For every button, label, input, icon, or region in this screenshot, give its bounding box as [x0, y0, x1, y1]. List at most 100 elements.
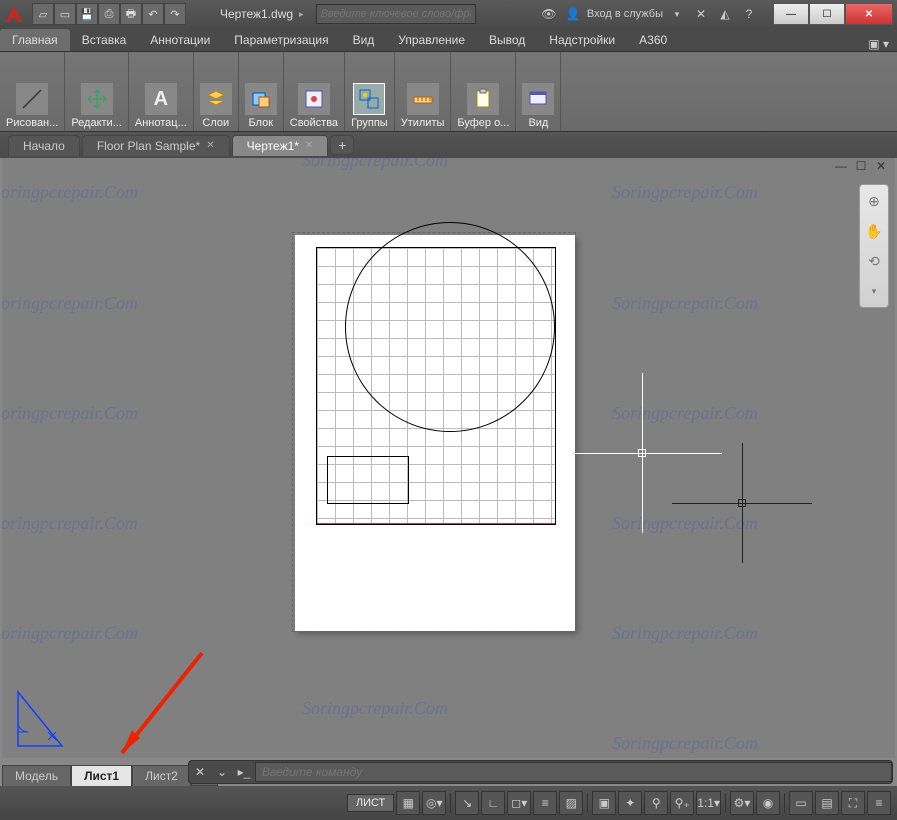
- layout-tab-model[interactable]: Модель: [2, 765, 71, 786]
- panel-layers[interactable]: Слои: [194, 52, 239, 131]
- qat-open-icon[interactable]: ▭: [54, 3, 76, 25]
- title-dropdown-icon[interactable]: ▸: [299, 9, 304, 20]
- sign-in-link[interactable]: Вход в службы: [587, 8, 663, 20]
- text-icon: A: [145, 83, 177, 115]
- close-icon[interactable]: ✕: [305, 140, 313, 151]
- quick-access-toolbar: ▱ ▭ 💾 ⎙ 🖶 ↶ ↷: [28, 3, 190, 25]
- qat-undo-icon[interactable]: ↶: [142, 3, 164, 25]
- ribbon-tab-home[interactable]: Главная: [0, 29, 70, 51]
- watermark: Soringpcrepair.Com: [302, 158, 448, 171]
- viewport-maximize-icon[interactable]: ☐: [853, 158, 869, 174]
- sb-scale-icon[interactable]: 1:1▾: [696, 791, 721, 815]
- sb-osnap-icon[interactable]: ◻▾: [507, 791, 531, 815]
- sb-grid-icon[interactable]: ▦: [396, 791, 420, 815]
- sb-monitor-icon[interactable]: ◉: [756, 791, 780, 815]
- qat-new-icon[interactable]: ▱: [32, 3, 54, 25]
- ribbon-tab-annotate[interactable]: Аннотации: [138, 29, 222, 51]
- layout-tab-sheet2[interactable]: Лист2: [132, 765, 191, 786]
- ribbon-tab-manage[interactable]: Управление: [386, 29, 477, 51]
- watermark: Soringpcrepair.Com: [612, 513, 758, 534]
- sb-hardware-icon[interactable]: ▤: [815, 791, 839, 815]
- drawing-tabs: Начало Floor Plan Sample*✕ Чертеж1*✕ +: [0, 132, 897, 158]
- file-tab-drawing1[interactable]: Чертеж1*✕: [232, 135, 329, 156]
- qat-save-icon[interactable]: 💾: [76, 3, 98, 25]
- sb-workspace-icon[interactable]: ⚙▾: [730, 791, 754, 815]
- sb-snap-icon[interactable]: ◎▾: [422, 791, 446, 815]
- ribbon-tab-insert[interactable]: Вставка: [70, 29, 139, 51]
- ribbon-tab-parametric[interactable]: Параметризация: [222, 29, 340, 51]
- layout-tab-sheet1[interactable]: Лист1: [71, 765, 132, 786]
- layers-icon: [200, 83, 232, 115]
- panel-groups[interactable]: Группы: [345, 52, 395, 131]
- sb-selection-icon[interactable]: ▣: [592, 791, 616, 815]
- pan-icon[interactable]: ✋: [864, 221, 884, 241]
- user-icon[interactable]: 👤: [563, 4, 583, 24]
- watermark: Soringpcrepair.Com: [612, 182, 758, 203]
- sb-transparency-icon[interactable]: ▨: [559, 791, 583, 815]
- sb-polar-icon[interactable]: ↘: [455, 791, 479, 815]
- window-minimize-button[interactable]: —: [773, 3, 809, 25]
- panel-block[interactable]: Блок: [239, 52, 284, 131]
- viewport-close-icon[interactable]: ✕: [873, 158, 889, 174]
- ribbon-tab-output[interactable]: Вывод: [477, 29, 537, 51]
- document-title: Чертеж1.dwg: [220, 7, 293, 21]
- layout-viewport[interactable]: [316, 247, 556, 525]
- qat-redo-icon[interactable]: ↷: [164, 3, 186, 25]
- ribbon-tab-view[interactable]: Вид: [341, 29, 387, 51]
- viewport-minimize-icon[interactable]: —: [833, 158, 849, 174]
- sb-lineweight-icon[interactable]: ≡: [533, 791, 557, 815]
- command-line: ✕ ⌄ ▸_: [188, 760, 893, 784]
- a360-icon[interactable]: ◭: [715, 4, 735, 24]
- command-input[interactable]: [255, 762, 892, 782]
- ribbon-panels: Рисован... Редакти... AАннотац... Слои Б…: [0, 52, 897, 132]
- panel-draw[interactable]: Рисован...: [0, 52, 65, 131]
- annotation-arrow-icon: [102, 648, 212, 758]
- zoom-extents-icon[interactable]: ⊕: [864, 191, 884, 211]
- sb-ortho-icon[interactable]: ∟: [481, 791, 505, 815]
- ribbon-overflow-icon[interactable]: ▣ ▾: [860, 37, 897, 51]
- space-mode-label[interactable]: ЛИСТ: [347, 794, 394, 812]
- watermark: Soringpcrepair.Com: [2, 623, 138, 644]
- watermark: Soringpcrepair.Com: [2, 182, 138, 203]
- sb-anno-vis-icon[interactable]: ⚲₊: [670, 791, 694, 815]
- panel-annotation[interactable]: AАннотац...: [129, 52, 194, 131]
- title-bar: ▱ ▭ 💾 ⎙ 🖶 ↶ ↷ Чертеж1.dwg ▸ 👁 👤 Вход в с…: [0, 0, 897, 28]
- close-icon[interactable]: ✕: [206, 140, 214, 151]
- window-maximize-button[interactable]: ☐: [809, 3, 845, 25]
- file-tab-start[interactable]: Начало: [8, 135, 80, 156]
- sb-isolate-icon[interactable]: ▭: [789, 791, 813, 815]
- cmd-close-icon[interactable]: ✕: [189, 761, 211, 783]
- sb-anno-scale-icon[interactable]: ⚲: [644, 791, 668, 815]
- ribbon-tab-strip: Главная Вставка Аннотации Параметризация…: [0, 28, 897, 52]
- qat-saveas-icon[interactable]: ⎙: [98, 3, 120, 25]
- ribbon-tab-addins[interactable]: Надстройки: [537, 29, 627, 51]
- nav-dropdown-icon[interactable]: ▾: [864, 281, 884, 301]
- orbit-icon[interactable]: ⟲: [864, 251, 884, 271]
- cmd-options-icon[interactable]: ⌄: [211, 761, 233, 783]
- help-icon[interactable]: ?: [739, 4, 759, 24]
- panel-clipboard[interactable]: Буфер о...: [451, 52, 516, 131]
- sb-clean-icon[interactable]: ⛶: [841, 791, 865, 815]
- exchange-icon[interactable]: ✕: [691, 4, 711, 24]
- panel-view[interactable]: Вид: [516, 52, 561, 131]
- watermark: Soringpcrepair.Com: [612, 733, 758, 754]
- circle-entity: [345, 222, 555, 432]
- panel-properties[interactable]: Свойства: [284, 52, 345, 131]
- app-logo-icon[interactable]: [0, 0, 28, 28]
- drawing-canvas[interactable]: Soringpcrepair.Com Soringpcrepair.Com So…: [2, 158, 895, 758]
- panel-utilities[interactable]: Утилиты: [395, 52, 452, 131]
- sign-in-dropdown-icon[interactable]: ▾: [667, 4, 687, 24]
- sb-gizmo-icon[interactable]: ✦: [618, 791, 642, 815]
- file-tab-floorplan[interactable]: Floor Plan Sample*✕: [82, 135, 230, 156]
- window-close-button[interactable]: ✕: [845, 3, 893, 25]
- infocenter-search-input[interactable]: [316, 4, 476, 24]
- navigation-bar: ⊕ ✋ ⟲ ▾: [859, 184, 889, 308]
- sb-customize-icon[interactable]: ≡: [867, 791, 891, 815]
- clipboard-icon: [467, 83, 499, 115]
- new-drawing-tab-button[interactable]: +: [330, 135, 354, 155]
- search-icon[interactable]: 👁: [539, 4, 559, 24]
- qat-print-icon[interactable]: 🖶: [120, 3, 142, 25]
- watermark: Soringpcrepair.Com: [612, 403, 758, 424]
- panel-modify[interactable]: Редакти...: [65, 52, 129, 131]
- ribbon-tab-a360[interactable]: A360: [627, 29, 679, 51]
